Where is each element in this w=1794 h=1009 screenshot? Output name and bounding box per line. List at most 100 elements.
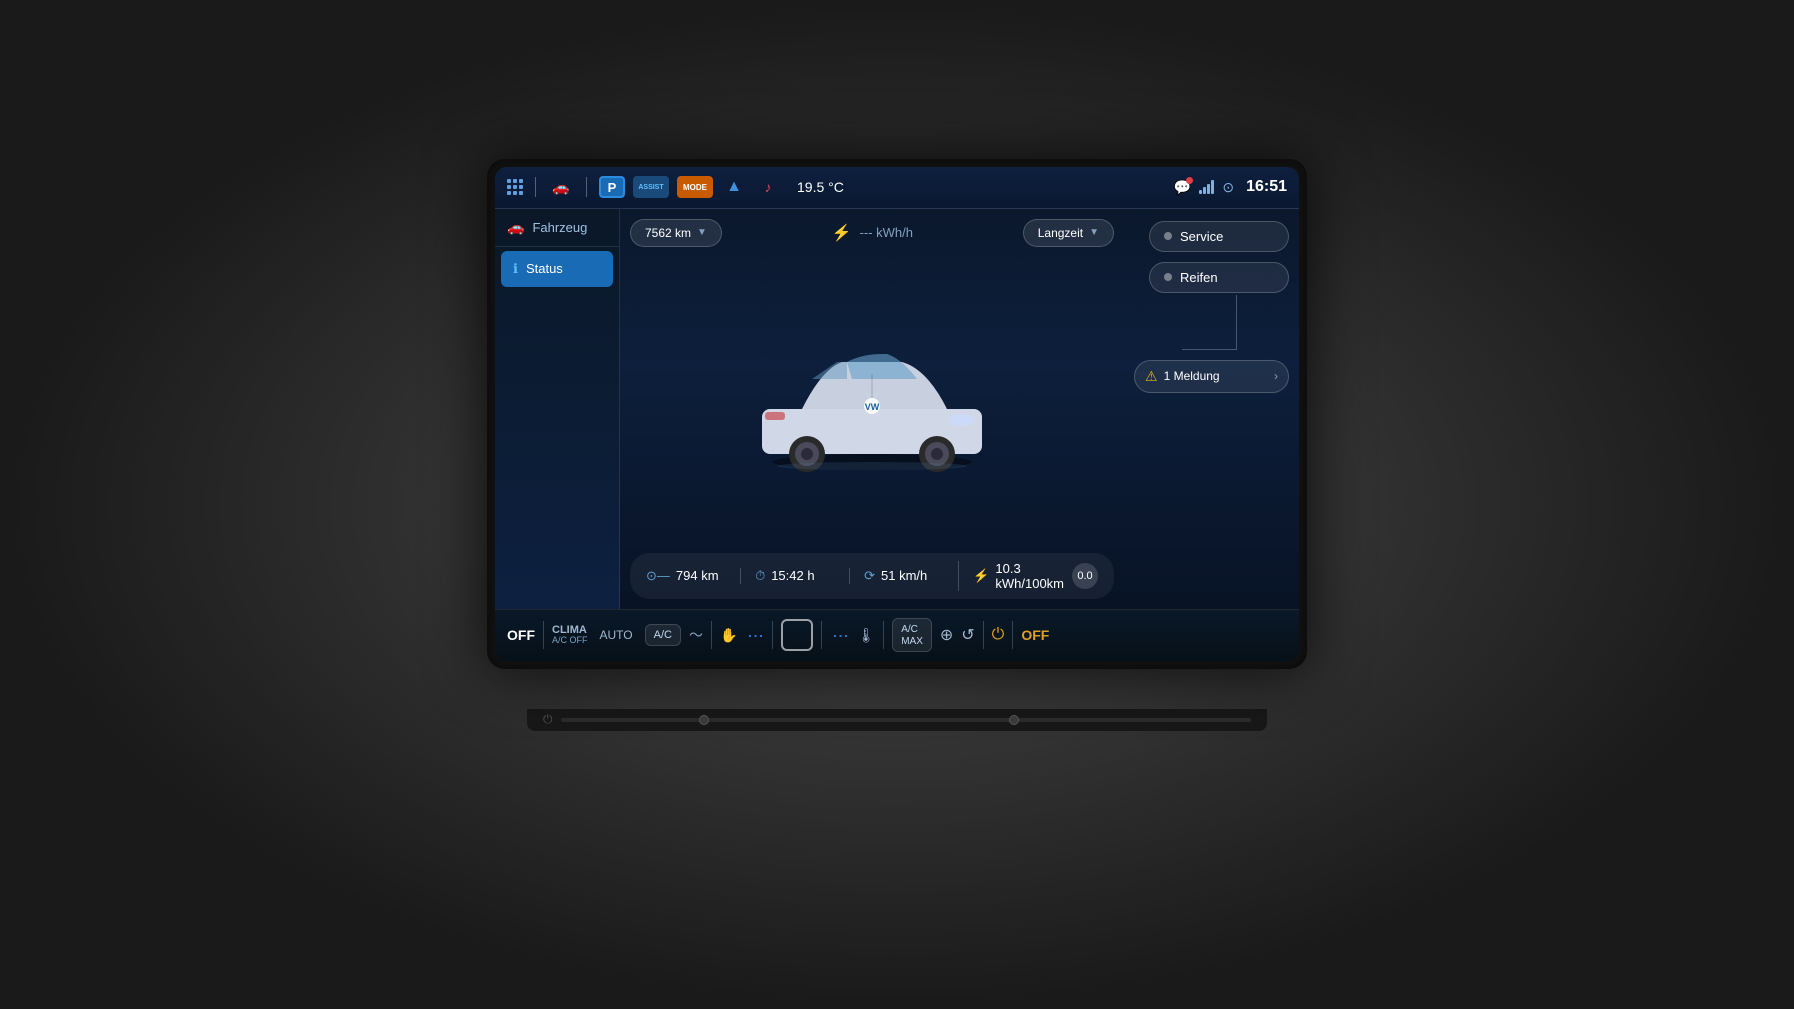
car-icon[interactable]: 🚗 xyxy=(548,176,574,198)
car-svg: VW xyxy=(732,324,1012,474)
service-label: Service xyxy=(1180,229,1223,244)
clima-group: CLIMA A/C OFF xyxy=(552,624,588,646)
distance-value: 794 km xyxy=(676,568,719,583)
parking-label: P xyxy=(608,180,617,195)
dots-menu-right[interactable]: ⋮ xyxy=(830,628,849,642)
airflow-icon[interactable]: 〜 xyxy=(689,625,703,645)
assist-label: ASSIST xyxy=(638,184,663,191)
stat-speed: ⟳ 51 km/h xyxy=(849,568,954,584)
ac-max-button[interactable]: A/CMAX xyxy=(892,618,932,652)
odometer-chevron: ▼ xyxy=(697,227,707,238)
sidebar-header-label: Fahrzeug xyxy=(532,220,587,235)
ac-left-label: A/C xyxy=(654,629,672,641)
slider-thumb-left[interactable] xyxy=(699,715,709,725)
clima-divider-2 xyxy=(711,621,712,649)
clima-divider-6 xyxy=(983,621,984,649)
energy-display: ⚡ --- kWh/h xyxy=(832,219,913,247)
service-dot xyxy=(1164,232,1172,240)
mode-icon[interactable]: MODE xyxy=(677,176,713,198)
climate-bar: OFF CLIMA A/C OFF AUTO A/C 〜 ✋ ⋮ xyxy=(495,609,1299,661)
sidebar: 🚗 Fahrzeug ℹ Status xyxy=(495,209,620,609)
clima-divider-7 xyxy=(1012,621,1013,649)
power-icon[interactable]: ⏻ xyxy=(992,626,1005,644)
main-content: 🚗 Fahrzeug ℹ Status 7562 k xyxy=(495,209,1299,609)
center-square-button[interactable] xyxy=(781,619,813,651)
clima-divider-4 xyxy=(821,621,822,649)
heat-icon[interactable]: 🌡 xyxy=(857,627,875,644)
extra-value: 0.0 xyxy=(1077,570,1092,582)
clock-icon: ⏱ xyxy=(755,568,765,584)
consumption-value: 10.3 kWh/100km xyxy=(995,561,1064,591)
recirculation-icon[interactable]: ↺ xyxy=(961,625,974,645)
connectivity-icon: ⊙ xyxy=(1222,179,1234,196)
reifen-label: Reifen xyxy=(1180,270,1218,285)
infotainment-screen: 🚗 P ASSIST MODE xyxy=(495,167,1299,661)
clock-display: 16:51 xyxy=(1246,178,1287,196)
warning-triangle-icon: ⚠ xyxy=(1145,368,1158,385)
time-value: 15:42 h xyxy=(771,568,814,583)
clima-divider-3 xyxy=(772,621,773,649)
screen-bezel: 🚗 P ASSIST MODE xyxy=(487,159,1307,669)
slider-thumb-right[interactable] xyxy=(1009,715,1019,725)
divider-2 xyxy=(586,177,587,197)
auto-label: AUTO xyxy=(600,628,633,642)
timemode-selector[interactable]: Langzeit ▼ xyxy=(1023,219,1114,247)
ac-max-label: A/CMAX xyxy=(901,624,923,647)
slider-bar: ⏻ xyxy=(527,709,1267,731)
hand-icon[interactable]: ✋ xyxy=(720,627,737,644)
timemode-value: Langzeit xyxy=(1038,226,1083,240)
dots-menu-left[interactable]: ⋮ xyxy=(745,628,764,642)
car-image-area: VW xyxy=(630,251,1114,547)
speed-icon: ⟳ xyxy=(864,568,875,584)
signal-icon xyxy=(1199,180,1214,194)
status-bar: 🚗 P ASSIST MODE xyxy=(495,167,1299,209)
fan-icon[interactable]: ⊕ xyxy=(940,625,953,645)
reifen-dot xyxy=(1164,273,1172,281)
climate-left-off: OFF xyxy=(507,627,535,643)
timemode-chevron: ▼ xyxy=(1089,227,1099,238)
extra-value-badge: 0.0 xyxy=(1072,563,1098,589)
ac-left-button[interactable]: A/C xyxy=(645,624,681,646)
warning-button[interactable]: ⚠ 1 Meldung › xyxy=(1134,360,1289,393)
home-grid-icon[interactable] xyxy=(507,179,523,195)
climate-right-off: OFF xyxy=(1021,627,1049,643)
dashboard-surround: 🚗 P ASSIST MODE xyxy=(0,0,1794,1009)
connector-lines xyxy=(1182,295,1237,350)
clima-sublabel: A/C OFF xyxy=(552,636,588,646)
stat-distance: ⊙— 794 km xyxy=(646,568,736,584)
status-bar-right: 💬 ⊙ 16:51 xyxy=(1174,178,1287,196)
music-icon[interactable]: ♪ xyxy=(755,176,781,198)
right-panel: Service Reifen ⚠ 1 Meldung › xyxy=(1124,209,1299,609)
odometer-selector[interactable]: 7562 km ▼ xyxy=(630,219,722,247)
stat-consumption: ⚡ 10.3 kWh/100km xyxy=(958,561,1064,591)
top-selectors: 7562 km ▼ ⚡ --- kWh/h Langzeit ▼ xyxy=(630,219,1114,247)
message-badge xyxy=(1186,177,1193,184)
reifen-button[interactable]: Reifen xyxy=(1149,262,1289,293)
clima-divider-1 xyxy=(543,621,544,649)
odometer-value: 7562 km xyxy=(645,226,691,240)
mode-label: MODE xyxy=(683,183,707,192)
divider-1 xyxy=(535,177,536,197)
stat-time: ⏱ 15:42 h xyxy=(740,568,845,584)
message-icon[interactable]: 💬 xyxy=(1174,179,1191,196)
power-button-small[interactable]: ⏻ xyxy=(543,712,553,727)
sidebar-item-status[interactable]: ℹ Status xyxy=(501,251,613,287)
assist-icon[interactable]: ASSIST xyxy=(633,176,669,198)
service-button[interactable]: Service xyxy=(1149,221,1289,252)
status-bar-left: 🚗 P ASSIST MODE xyxy=(507,176,1168,198)
clima-divider-5 xyxy=(883,621,884,649)
energy-value: --- kWh/h xyxy=(860,225,913,240)
warning-chevron: › xyxy=(1274,369,1278,383)
sidebar-status-label: Status xyxy=(526,261,563,276)
center-content: 7562 km ▼ ⚡ --- kWh/h Langzeit ▼ xyxy=(620,209,1124,609)
temperature-display: 19.5 °C xyxy=(797,179,844,195)
slider-track[interactable] xyxy=(561,718,1252,722)
bottom-stats-row: ⊙— 794 km ⏱ 15:42 h ⟳ 51 km/h xyxy=(630,553,1114,599)
warning-label: 1 Meldung xyxy=(1164,369,1220,383)
navigation-icon[interactable]: ▲ xyxy=(721,176,747,198)
consumption-icon: ⚡ xyxy=(973,568,989,584)
parking-icon[interactable]: P xyxy=(599,176,625,198)
sidebar-header[interactable]: 🚗 Fahrzeug xyxy=(495,209,619,247)
speed-value: 51 km/h xyxy=(881,568,927,583)
svg-text:VW: VW xyxy=(865,402,880,412)
